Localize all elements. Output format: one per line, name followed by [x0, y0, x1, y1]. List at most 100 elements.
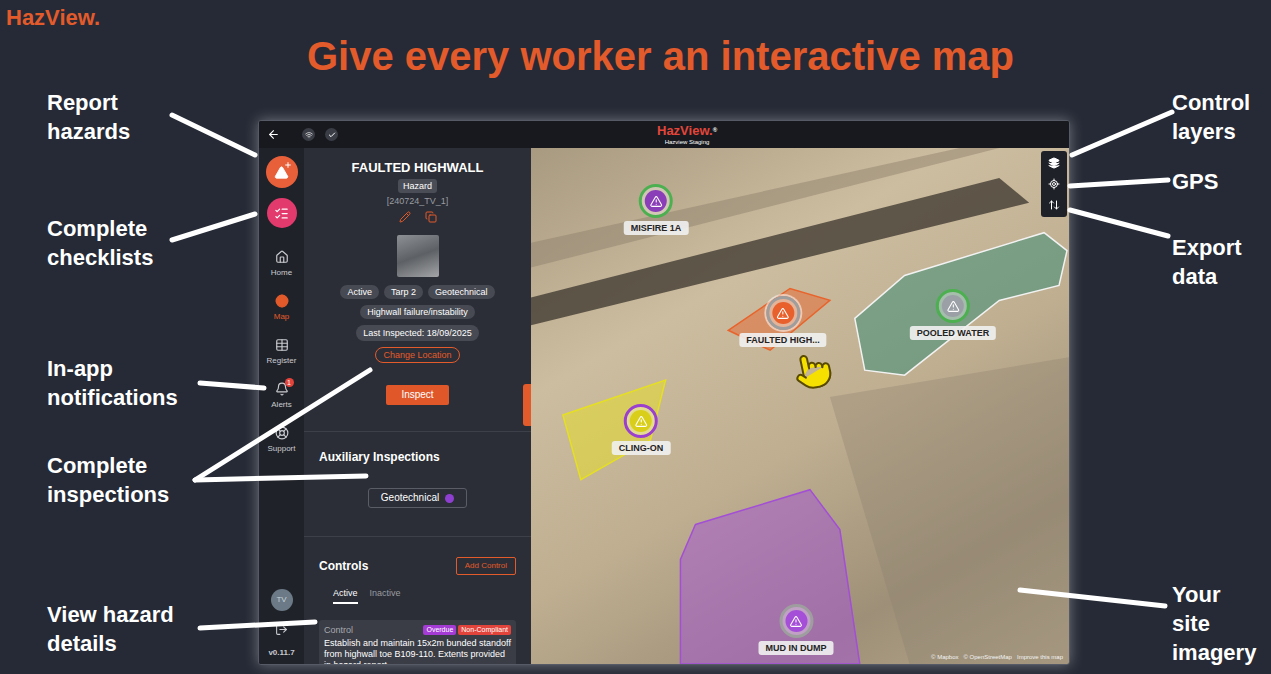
marker-label: MUD IN DUMP — [759, 641, 834, 655]
copy-icon[interactable] — [425, 211, 437, 223]
collapse-handle[interactable] — [523, 384, 531, 426]
app-logo: HazView.®Hazview Staging — [657, 124, 717, 146]
marker-label: CLING-ON — [612, 441, 671, 455]
attribution-link[interactable]: Improve this map — [1017, 653, 1063, 661]
callout-line — [172, 115, 255, 155]
nav-item[interactable]: Support — [259, 426, 304, 470]
hazard-tag: Tarp 2 — [384, 285, 423, 299]
callout-label: View hazarddetails — [47, 600, 174, 658]
nav-label: Map — [274, 312, 290, 322]
back-icon[interactable] — [267, 128, 280, 141]
hazard-photo — [397, 235, 439, 277]
status-dot — [445, 494, 454, 503]
change-location-button[interactable]: Change Location — [375, 347, 459, 363]
slide-title: Give every worker an interactive map — [0, 32, 1271, 80]
callout-line — [200, 383, 264, 388]
map-marker[interactable]: MISFIRE 1A — [624, 184, 689, 235]
nav-item[interactable]: Register — [259, 338, 304, 382]
hazard-name: FAULTED HIGHWALL — [352, 160, 484, 176]
marker-label: FAULTED HIGH... — [739, 333, 826, 347]
hazard-icon — [635, 415, 648, 428]
hazard-id: [240724_TV_1] — [387, 195, 449, 207]
hazard-icon — [790, 615, 803, 628]
slide: HazView.Give every worker an interactive… — [0, 0, 1271, 674]
map-marker[interactable]: FAULTED HIGH... — [739, 296, 826, 347]
alert-icon — [274, 165, 289, 180]
callout-line — [1070, 180, 1168, 186]
callout-label: In-appnotifications — [47, 354, 178, 412]
hazard-icon — [777, 307, 790, 320]
logout-icon[interactable] — [275, 623, 288, 636]
site-map[interactable]: MISFIRE 1A FAULTED HIGH... POOLED WATER CLI… — [531, 148, 1069, 664]
map-zones — [531, 148, 1069, 664]
gps-icon[interactable] — [1048, 178, 1060, 190]
hazard-tags: Active Tarp 2 Geotechnical Highwall failure… — [312, 285, 523, 363]
hazard-zone[interactable] — [728, 288, 830, 350]
nav-item[interactable]: Map — [259, 294, 304, 338]
version-label: v0.11.7 — [268, 648, 294, 658]
plus-icon — [284, 161, 292, 169]
hazard-zone[interactable] — [563, 380, 666, 480]
callout-line — [1020, 590, 1165, 606]
nav-item[interactable]: Home — [259, 250, 304, 294]
attribution-link[interactable]: © OpenStreetMap — [964, 653, 1012, 661]
user-avatar[interactable]: TV — [271, 589, 293, 611]
attribution-link[interactable]: © Mapbox — [931, 653, 958, 661]
callout-label: GPS — [1172, 167, 1218, 196]
app-window: HazView.®Hazview Staging Home Map Register 1… — [258, 120, 1070, 665]
hazard-icon — [947, 300, 960, 313]
layers-icon[interactable] — [1048, 157, 1060, 169]
callout-label: Completeinspections — [47, 451, 169, 509]
callout-line — [1070, 210, 1168, 236]
hazard-header: FAULTED HIGHWALL Hazard [240724_TV_1] Activ… — [304, 148, 531, 405]
add-control-button[interactable]: Add Control — [456, 557, 516, 575]
top-bar: HazView.®Hazview Staging — [259, 121, 1069, 148]
callout-label: Yoursiteimagery — [1172, 580, 1256, 667]
hazard-tag: Geotechnical — [428, 285, 495, 299]
export-icon[interactable] — [1048, 199, 1060, 211]
brand: HazView. — [0, 0, 1271, 32]
callout-line — [172, 214, 255, 240]
map-marker[interactable]: POOLED WATER — [910, 289, 996, 340]
hazard-zone[interactable] — [855, 233, 1067, 375]
map-attribution: © Mapbox © OpenStreetMap Improve this map — [931, 653, 1063, 661]
map-marker[interactable]: CLING-ON — [612, 404, 671, 455]
callout-line — [1072, 112, 1172, 155]
callout-label: Controllayers — [1172, 88, 1250, 146]
slide-header: HazView.Give every worker an interactive… — [0, 0, 1271, 120]
tab[interactable]: Active — [333, 587, 358, 604]
callout-lines — [0, 0, 1271, 674]
hazard-type-badge: Hazard — [398, 179, 437, 193]
checklist-button[interactable] — [267, 198, 297, 228]
edit-icon[interactable] — [399, 211, 411, 223]
hazard-tag: Active — [340, 285, 379, 299]
report-hazard-button[interactable] — [266, 156, 298, 188]
callout-label: Reporthazards — [47, 88, 130, 146]
hazard-zone[interactable] — [680, 490, 859, 664]
tab[interactable]: Inactive — [370, 587, 401, 604]
environment-label: Hazview Staging — [665, 138, 710, 146]
terrain-bench — [531, 148, 999, 268]
support-icon — [275, 426, 289, 440]
inspect-button[interactable]: Inspect — [386, 385, 448, 405]
auxiliary-chip[interactable]: Geotechnical — [368, 488, 467, 508]
callout-line — [195, 370, 370, 480]
controls-section: ControlsAdd ControlActiveInactiveControl… — [304, 536, 531, 664]
home-icon — [275, 250, 289, 264]
callout-label: Exportdata — [1172, 233, 1242, 291]
hazard-tag: Highwall failure/instability — [360, 305, 475, 319]
map-marker[interactable]: MUD IN DUMP — [759, 604, 834, 655]
nav-label: Alerts — [271, 400, 291, 410]
marker-label: POOLED WATER — [910, 326, 996, 340]
terrain-floor — [830, 357, 1069, 664]
callout-line — [195, 476, 366, 480]
nav-item[interactable]: 1Alerts — [259, 382, 304, 426]
control-card[interactable]: ControlOverdueNon-CompliantEstablish and… — [319, 620, 516, 664]
section-title: Auxiliary Inspections — [319, 450, 516, 464]
last-inspected-tag: Last Inspected: 18/09/2025 — [356, 325, 479, 341]
auxiliary-inspections: Auxiliary Inspections Geotechnical — [304, 431, 531, 536]
status-badge: Non-Compliant — [458, 625, 511, 635]
nav-label: Register — [267, 356, 297, 366]
nav-label: Support — [267, 444, 295, 454]
alert-badge: 1 — [285, 378, 294, 387]
